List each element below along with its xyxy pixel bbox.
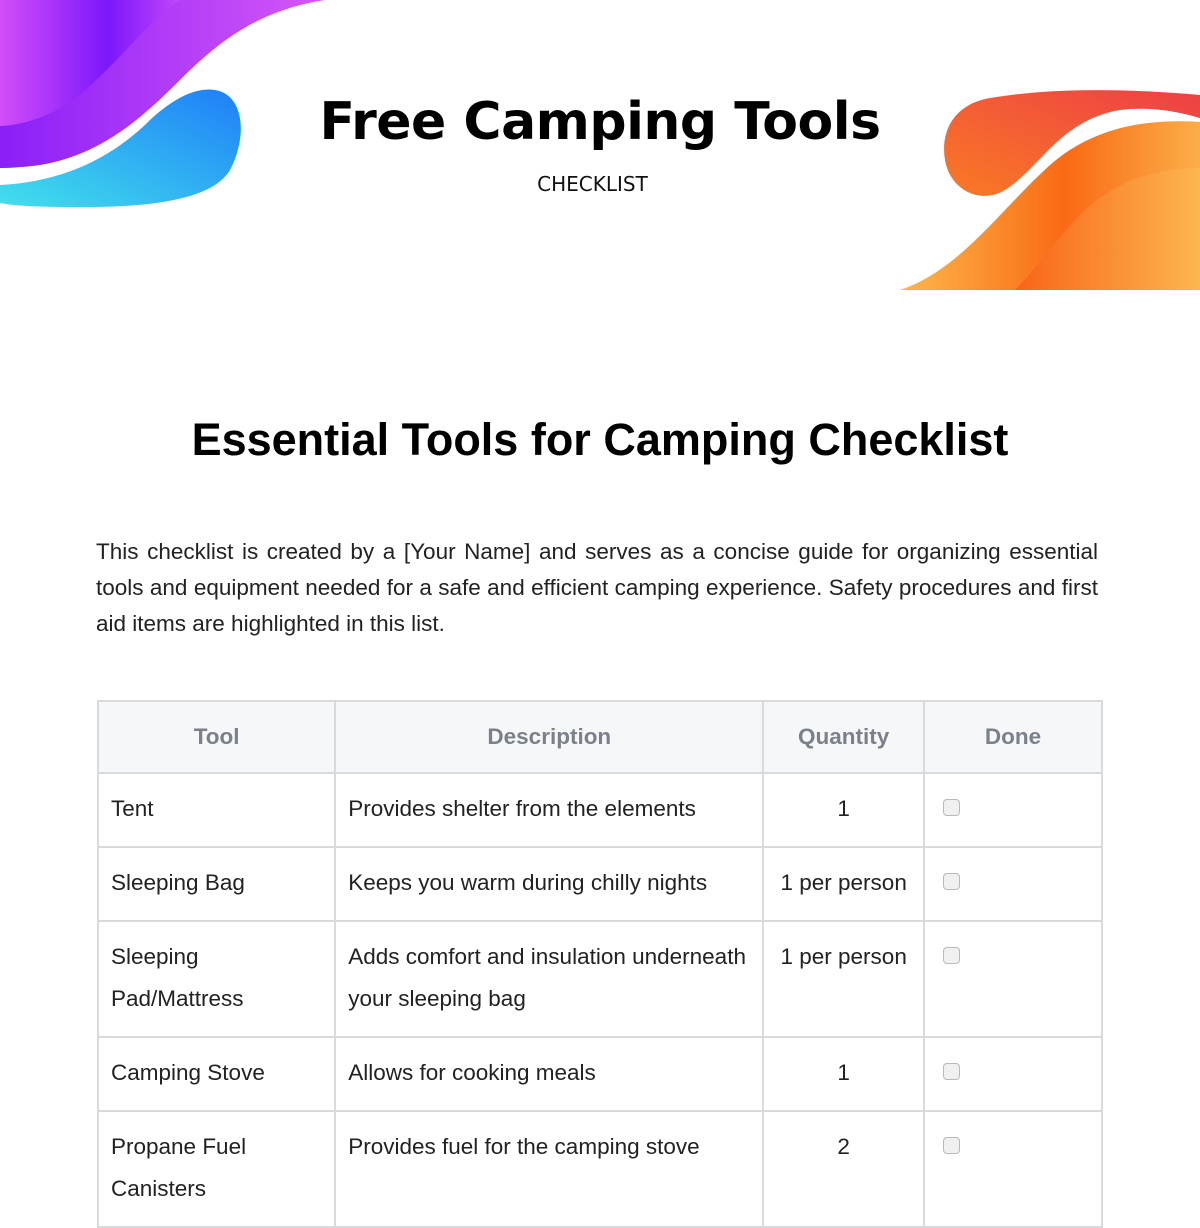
table-row: Sleeping Pad/Mattress Adds comfort and i… bbox=[96, 920, 1104, 1038]
description-cell: Provides fuel for the camping stove bbox=[334, 1110, 765, 1228]
description-cell: Provides shelter from the elements bbox=[334, 772, 765, 848]
description-cell: Allows for cooking meals bbox=[334, 1036, 765, 1112]
done-checkbox[interactable] bbox=[942, 947, 960, 964]
done-checkbox[interactable] bbox=[942, 873, 960, 890]
column-header-quantity: Quantity bbox=[762, 700, 925, 774]
tool-cell: Sleeping Bag bbox=[96, 846, 337, 922]
description-cell: Adds comfort and insulation underneath y… bbox=[334, 920, 765, 1038]
tool-cell: Propane Fuel Canisters bbox=[96, 1110, 337, 1228]
column-header-done: Done bbox=[922, 700, 1104, 774]
quantity-cell: 2 bbox=[762, 1110, 925, 1228]
brand-title: Free Camping Tools bbox=[319, 92, 881, 152]
quantity-cell: 1 bbox=[762, 772, 925, 848]
done-cell bbox=[922, 772, 1104, 848]
intro-paragraph: This checklist is created by a [Your Nam… bbox=[96, 539, 1098, 636]
done-checkbox[interactable] bbox=[942, 799, 960, 816]
done-checkbox[interactable] bbox=[942, 1063, 960, 1080]
done-cell bbox=[922, 846, 1104, 922]
done-checkbox[interactable] bbox=[942, 1137, 960, 1154]
quantity-cell: 1 per person bbox=[762, 846, 925, 922]
tool-cell: Tent bbox=[96, 772, 337, 848]
tool-cell: Camping Stove bbox=[96, 1036, 337, 1112]
brand-subtitle: CHECKLIST bbox=[537, 172, 648, 196]
quantity-cell: 1 per person bbox=[762, 920, 925, 1038]
done-cell bbox=[922, 1036, 1104, 1112]
document-title: Essential Tools for Camping Checklist bbox=[191, 414, 1009, 465]
done-cell bbox=[922, 1110, 1104, 1228]
table-row: Camping Stove Allows for cooking meals 1 bbox=[96, 1036, 1104, 1112]
checklist-table: Tool Description Quantity Done Tent Prov… bbox=[96, 700, 1104, 1228]
quantity-cell: 1 bbox=[762, 1036, 925, 1112]
tool-cell: Sleeping Pad/Mattress bbox=[96, 920, 337, 1038]
column-header-tool: Tool bbox=[96, 700, 337, 774]
table-row: Sleeping Bag Keeps you warm during chill… bbox=[96, 846, 1104, 922]
table-row: Propane Fuel Canisters Provides fuel for… bbox=[96, 1110, 1104, 1228]
table-row: Tent Provides shelter from the elements … bbox=[96, 772, 1104, 848]
column-header-description: Description bbox=[334, 700, 765, 774]
table-header-row: Tool Description Quantity Done bbox=[96, 700, 1104, 774]
done-cell bbox=[922, 920, 1104, 1038]
description-cell: Keeps you warm during chilly nights bbox=[334, 846, 765, 922]
